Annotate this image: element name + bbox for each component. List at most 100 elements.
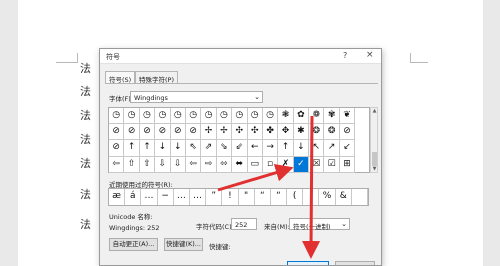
from-select[interactable]: 符号(十进制) ⌄ (289, 218, 350, 231)
symbol-cell[interactable]: ⇦ (109, 156, 125, 173)
symbol-cell-selected[interactable]: ✓ (293, 156, 310, 173)
symbol-cell[interactable]: ⇦ (185, 156, 202, 173)
symbol-cell[interactable]: ⇖ (185, 140, 202, 157)
symbol-cell[interactable]: ✤ (262, 124, 279, 141)
symbol-cell[interactable]: ⇙ (232, 140, 248, 157)
scroll-down-icon[interactable]: ▼ (371, 166, 378, 172)
scroll-up-icon[interactable]: ▲ (371, 108, 378, 114)
symbol-cell[interactable]: ↖ (309, 140, 325, 157)
recent-symbol-cell[interactable]: æ (109, 189, 126, 205)
symbol-cell[interactable]: ☒ (309, 156, 325, 173)
doc-line: 法 (80, 62, 91, 75)
symbol-cell[interactable]: ⇧ (124, 156, 140, 173)
symbol-cell[interactable]: ✣ (232, 124, 248, 141)
dialog-titlebar[interactable]: 符号 ? × (100, 49, 381, 64)
symbol-cell[interactable]: ☑ (324, 156, 340, 173)
recent-symbol-cell[interactable]: “ (255, 189, 271, 205)
symbol-cell[interactable]: ↓ (293, 140, 310, 157)
shortcut-key-button[interactable]: 快捷键(K)... (164, 238, 203, 251)
symbol-cell[interactable]: ↓ (155, 140, 171, 157)
symbol-cell[interactable]: ↓ (170, 140, 186, 157)
symbol-cell[interactable]: ⇧ (139, 156, 156, 173)
symbol-cell[interactable]: ❦ (339, 108, 356, 125)
symbol-cell[interactable]: → (262, 140, 279, 157)
symbol-cell[interactable]: ✢ (201, 124, 217, 141)
recent-symbol-cell[interactable]: á (125, 189, 142, 205)
symbol-cell[interactable]: ✥ (278, 124, 294, 141)
symbol-cell[interactable]: ⇩ (170, 156, 186, 173)
recent-symbol-cell[interactable]: “ (271, 189, 288, 205)
symbol-cell[interactable]: ⇨ (201, 156, 217, 173)
symbol-cell[interactable]: ↑ (278, 140, 294, 157)
symbol-cell[interactable]: ⊘ (109, 124, 125, 141)
symbol-cell[interactable]: ✾ (324, 108, 340, 125)
tab-special-characters[interactable]: 特殊字符(P) (135, 71, 178, 84)
symbol-cell[interactable]: ⊘ (124, 124, 140, 141)
recent-symbol-cell[interactable]: ( (287, 189, 304, 205)
from-label: 来自(M): (264, 223, 290, 231)
recent-symbol-cell[interactable] (352, 189, 368, 205)
symbol-cell[interactable]: ⇘ (216, 140, 233, 157)
symbol-cell[interactable]: ❃ (278, 108, 294, 125)
symbol-cell[interactable]: ✣ (247, 124, 263, 141)
symbol-cell[interactable]: ⊘ (109, 140, 125, 157)
symbol-cell[interactable]: ◷ (109, 108, 125, 125)
symbol-cell[interactable]: ← (247, 140, 263, 157)
symbol-cell[interactable]: ⊘ (185, 124, 202, 141)
doc-line: 法 (80, 188, 91, 201)
symbol-cell[interactable]: ↑ (139, 140, 156, 157)
symbol-cell[interactable]: ⬌ (232, 156, 248, 173)
scrollbar-thumb[interactable] (372, 152, 377, 166)
symbol-cell[interactable]: ◷ (262, 108, 279, 125)
symbol-cell[interactable]: ◷ (170, 108, 186, 125)
symbol-cell[interactable]: ▭ (247, 156, 263, 173)
symbol-cell[interactable]: ⇗ (201, 140, 217, 157)
recent-symbol-cell[interactable]: … (190, 189, 207, 205)
symbol-cell[interactable]: ◷ (232, 108, 248, 125)
symbol-cell[interactable]: ❂ (309, 124, 325, 141)
recent-symbol-cell[interactable]: … (141, 189, 158, 205)
symbol-cell[interactable]: ❂ (324, 124, 340, 141)
symbol-cell[interactable]: ◷ (201, 108, 217, 125)
symbol-cell[interactable]: ◷ (185, 108, 202, 125)
font-select[interactable]: Wingdings ⌄ (130, 91, 263, 103)
symbol-cell[interactable]: ▫ (262, 156, 279, 173)
recent-symbol-cell[interactable]: ! (222, 189, 239, 205)
symbol-cell[interactable]: ✢ (216, 124, 233, 141)
recent-symbol-cell[interactable]: ) (303, 189, 320, 205)
recent-symbol-cell[interactable]: & (336, 189, 352, 205)
page-corner-mark-right (410, 53, 428, 63)
symbol-cell[interactable]: ⇩ (155, 156, 171, 173)
symbol-cell[interactable]: ⊞ (339, 156, 356, 173)
symbol-cell[interactable]: ↙ (339, 140, 356, 157)
symbol-cell[interactable]: ⊘ (139, 124, 156, 141)
recent-symbol-cell[interactable]: " (239, 189, 255, 205)
symbol-cell[interactable]: ✗ (278, 156, 294, 173)
cancel-button[interactable] (335, 261, 375, 265)
symbol-cell[interactable]: ◷ (139, 108, 156, 125)
char-code-input[interactable]: 252 (231, 218, 257, 230)
symbol-cell[interactable]: ⊘ (155, 124, 171, 141)
autocorrect-button[interactable]: 自动更正(A)... (109, 238, 158, 251)
symbol-cell[interactable]: ✱ (293, 124, 310, 141)
help-button[interactable]: ? (343, 51, 347, 60)
symbol-cell[interactable]: ◷ (124, 108, 140, 125)
symbol-cell[interactable]: ◷ (216, 108, 233, 125)
recent-symbol-cell[interactable]: % (319, 189, 336, 205)
symbol-cell[interactable]: ◷ (155, 108, 171, 125)
symbol-cell[interactable]: ⊘ (339, 124, 356, 141)
symbol-cell[interactable]: ⬄ (216, 156, 233, 173)
recent-symbol-cell[interactable]: … (174, 189, 190, 205)
symbol-cell[interactable]: ↗ (324, 140, 340, 157)
close-button[interactable]: × (366, 50, 374, 60)
shortcut-label: 快捷键: (209, 243, 231, 251)
recent-symbol-cell[interactable]: − (158, 189, 174, 205)
symbol-cell[interactable]: ↑ (124, 140, 140, 157)
recent-symbol-cell[interactable]: ” (206, 189, 223, 205)
symbol-cell[interactable]: ✿ (293, 108, 310, 125)
symbol-cell[interactable]: ⊘ (170, 124, 186, 141)
insert-button[interactable] (287, 261, 329, 265)
symbol-grid-scrollbar[interactable]: ▲ ▼ (370, 107, 378, 173)
symbol-cell[interactable]: ◷ (247, 108, 263, 125)
symbol-cell[interactable]: ❁ (309, 108, 325, 125)
